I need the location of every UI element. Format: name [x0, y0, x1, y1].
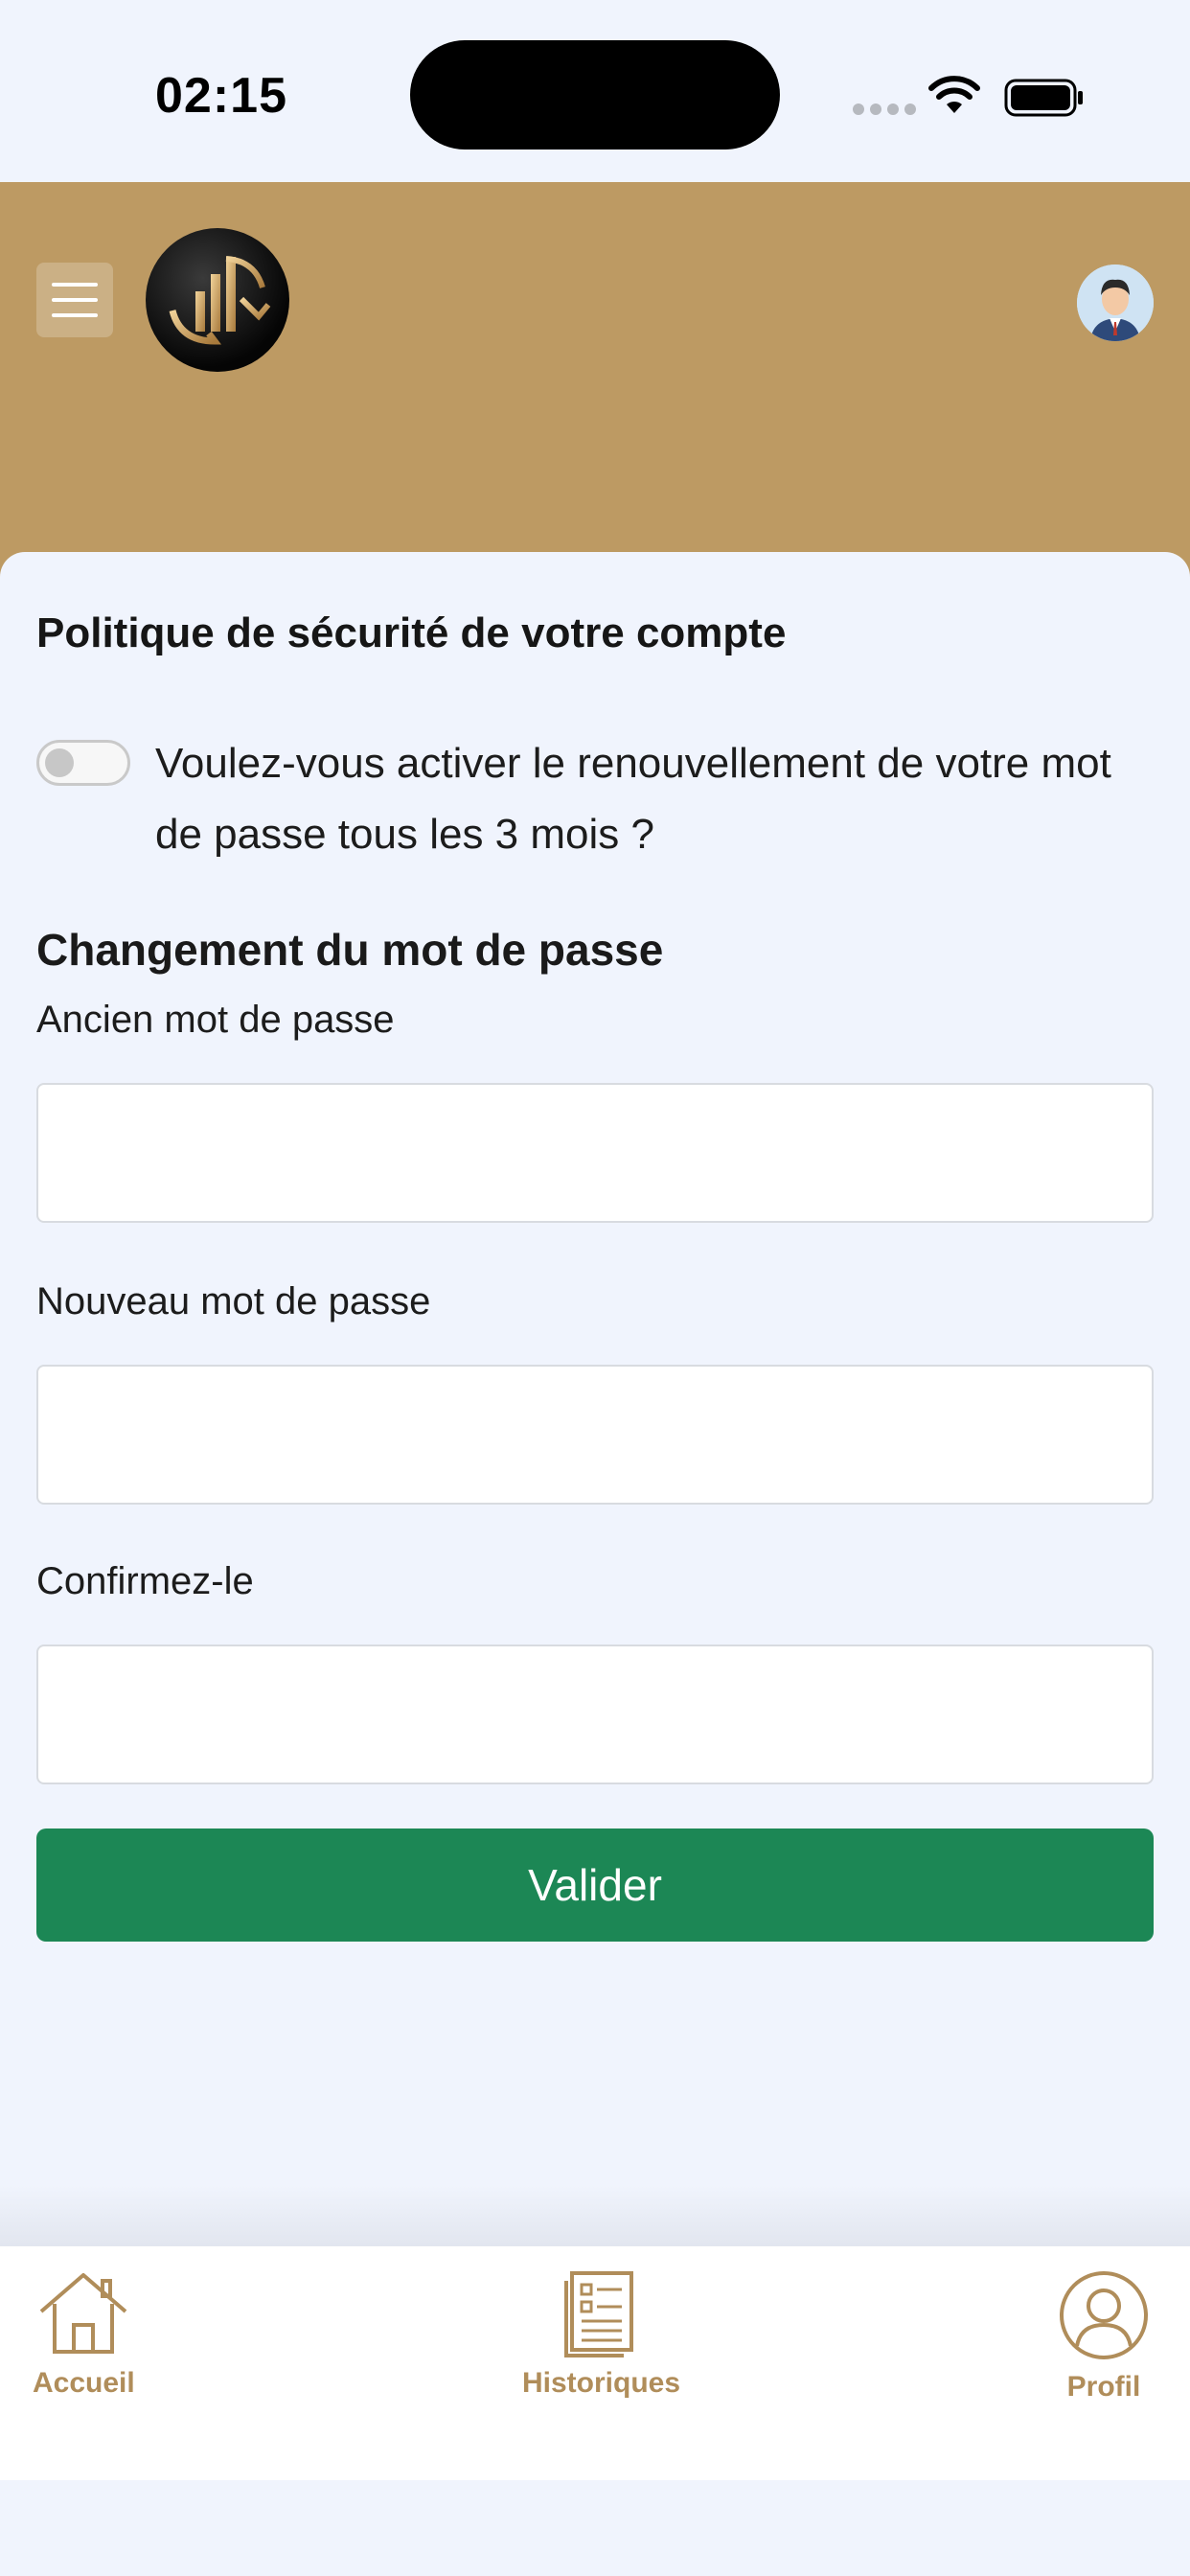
security-policy-title: Politique de sécurité de votre compte — [36, 610, 787, 656]
nav-shadow — [0, 2185, 1190, 2246]
status-time: 02:15 — [155, 68, 287, 124]
password-renewal-toggle[interactable] — [36, 740, 130, 786]
old-password-label: Ancien mot de passe — [36, 999, 395, 1041]
nav-label-accueil: Accueil — [33, 2367, 135, 2399]
home-indicator-area — [0, 2480, 1190, 2576]
app-logo — [146, 228, 289, 372]
confirm-password-field[interactable] — [36, 1644, 1154, 1784]
nav-label-historiques: Historiques — [522, 2367, 681, 2399]
hamburger-menu-icon[interactable] — [36, 263, 113, 337]
wifi-icon — [928, 76, 980, 113]
nav-item-accueil[interactable]: Accueil — [33, 2269, 135, 2400]
status-bar: 02:15 — [0, 0, 1190, 182]
nav-label-profil: Profil — [1066, 2371, 1141, 2403]
dynamic-island — [410, 40, 780, 150]
profile-icon — [1060, 2271, 1148, 2359]
password-renewal-text: Voulez-vous activer le renouvellement de… — [155, 740, 1111, 858]
header-bar — [0, 182, 1190, 585]
document-list-icon — [563, 2271, 633, 2358]
password-change-title: Changement du mot de passe — [36, 925, 664, 975]
toggle-knob — [45, 748, 74, 777]
user-avatar-icon[interactable] — [1077, 264, 1154, 341]
nav-item-historiques[interactable]: Historiques — [522, 2269, 680, 2400]
page: 02:15 Politique de sécurité de votre com… — [0, 0, 1190, 2576]
home-icon — [40, 2273, 127, 2354]
cellular-signal-icon — [853, 104, 916, 115]
content-card: Politique de sécurité de votre compte Vo… — [0, 552, 1190, 2239]
old-password-field[interactable] — [36, 1083, 1154, 1223]
confirm-password-label: Confirmez-le — [36, 1560, 254, 1602]
nav-item-profil[interactable]: Profil — [1058, 2269, 1150, 2404]
submit-button[interactable]: Valider — [36, 1828, 1154, 1942]
battery-icon — [1004, 79, 1083, 117]
bottom-nav: Accueil Historiques Profil — [0, 2246, 1190, 2480]
new-password-label: Nouveau mot de passe — [36, 1280, 431, 1322]
new-password-field[interactable] — [36, 1365, 1154, 1505]
